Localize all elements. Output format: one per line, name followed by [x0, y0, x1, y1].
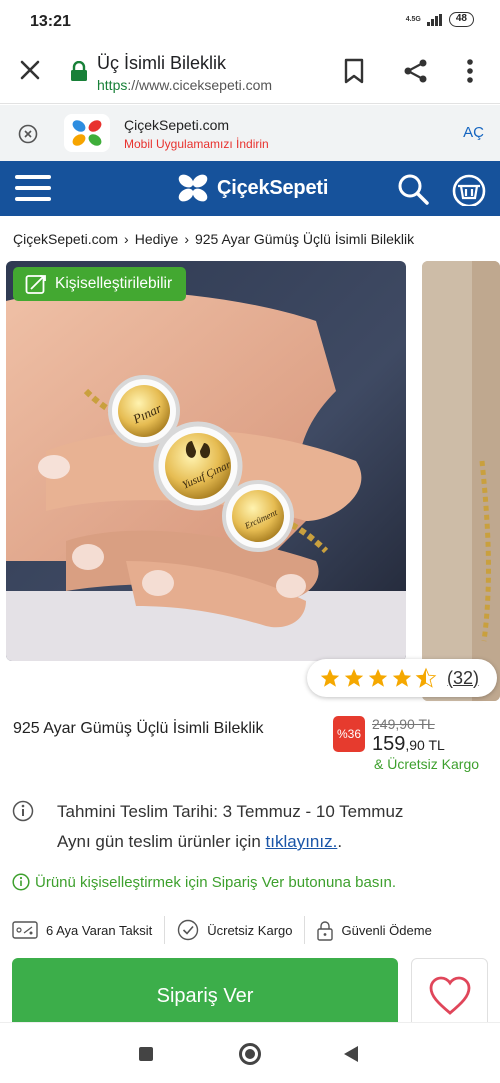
open-app-button[interactable]: AÇ	[463, 124, 484, 141]
free-shipping-label: & Ücretsiz Kargo	[374, 756, 480, 772]
same-day-delivery: Aynı gün teslim ürünler için tıklayınız.…	[57, 832, 342, 852]
price-decimal: ,90 TL	[405, 737, 445, 753]
status-bar: 13:21 4.5G 48	[0, 0, 500, 44]
personalizable-label: Kişiselleştirilebilir	[55, 275, 173, 292]
price-main: 159	[372, 733, 406, 755]
browser-toolbar: Üç İsimli Bileklik https://www.ciceksepe…	[0, 44, 500, 104]
url-scheme: https	[97, 77, 128, 93]
breadcrumb-item-product: 925 Ayar Gümüş Üçlü İsimli Bileklik	[194, 231, 415, 247]
app-logo	[64, 114, 110, 152]
basket-icon[interactable]	[451, 172, 487, 206]
bookmark-icon[interactable]	[343, 58, 365, 84]
status-indicators: 4.5G 48	[406, 12, 474, 27]
breadcrumb-separator-icon: ›	[184, 231, 189, 247]
star-icon	[344, 668, 364, 687]
padlock-icon	[317, 921, 334, 941]
battery-icon: 48	[448, 12, 474, 27]
current-price: 159,90 TL	[372, 733, 445, 756]
product-main-image[interactable]: Pınar Yusuf Çınar Ercüment	[6, 261, 406, 661]
address-url[interactable]: https://www.ciceksepeti.com	[97, 77, 272, 93]
star-icon	[392, 668, 412, 687]
feature-secure-payment-label: Güvenli Ödeme	[341, 922, 432, 938]
personalization-note-text: Ürünü kişiselleştirmek için Sipariş Ver …	[35, 873, 397, 891]
discount-badge: %36	[333, 716, 365, 752]
star-icon	[368, 668, 388, 687]
bracelet-charm-right: Ercüment	[222, 480, 294, 552]
half-star-icon	[415, 667, 437, 688]
product-next-image[interactable]	[422, 261, 500, 701]
product-name: 925 Ayar Gümüş Üçlü İsimli Bileklik	[13, 720, 264, 737]
info-green-icon	[12, 873, 30, 891]
product-photo-thumb	[422, 261, 500, 701]
close-banner-icon[interactable]	[18, 124, 38, 144]
edit-icon	[25, 275, 46, 294]
page-title: Üç İsimli Bileklik	[97, 53, 227, 73]
rating-count[interactable]: (32)	[447, 668, 479, 689]
app-banner-subtitle: Mobil Uygulamamızı İndirin	[124, 137, 269, 151]
home-icon[interactable]	[239, 1043, 261, 1065]
credit-card-icon	[12, 921, 38, 939]
breadcrumb: ÇiçekSepeti.com › Hediye › 925 Ayar Gümü…	[13, 231, 414, 247]
lock-icon	[71, 61, 87, 81]
check-circle-icon	[178, 919, 199, 941]
search-icon[interactable]	[396, 172, 430, 206]
same-day-text: Aynı gün teslim ürünler için	[57, 832, 266, 851]
personalizable-badge: Kişiselleştirilebilir	[13, 267, 187, 301]
hamburger-menu-icon[interactable]	[15, 175, 51, 203]
star-icon	[320, 668, 340, 687]
more-options-icon[interactable]	[460, 58, 480, 84]
signal-icon	[426, 13, 443, 26]
back-icon[interactable]	[344, 1046, 358, 1062]
system-nav-bar	[0, 1022, 500, 1083]
breadcrumb-item-home[interactable]: ÇiçekSepeti.com	[13, 231, 118, 247]
feature-strip: 6 Aya Varan Taksit Ücretsiz Kargo Güvenl…	[0, 910, 500, 950]
site-logo[interactable]: ÇiçekSepeti	[174, 172, 328, 204]
status-time: 13:21	[30, 13, 71, 30]
old-price: 249,90 TL	[372, 716, 435, 732]
info-icon	[12, 800, 34, 822]
recent-apps-icon[interactable]	[139, 1047, 153, 1061]
personalization-note: Ürünü kişiselleştirmek için Sipariş Ver …	[12, 873, 396, 891]
breadcrumb-item-category[interactable]: Hediye	[135, 231, 179, 247]
bracelet-charm-center: Yusuf Çınar	[153, 421, 243, 511]
heart-icon	[429, 976, 470, 1015]
site-header: ÇiçekSepeti	[0, 161, 500, 216]
breadcrumb-separator-icon: ›	[124, 231, 129, 247]
url-host: ://www.ciceksepeti.com	[127, 77, 273, 93]
share-icon[interactable]	[403, 58, 429, 84]
feature-installment-label: 6 Aya Varan Taksit	[46, 922, 153, 938]
product-photo: Pınar Yusuf Çınar Ercüment	[6, 261, 406, 661]
feature-secure-payment: Güvenli Ödeme	[305, 919, 432, 941]
flower-logo-icon	[178, 174, 208, 202]
feature-free-shipping: Ücretsiz Kargo	[165, 919, 292, 941]
network-indicator: 4.5G	[405, 15, 421, 23]
feature-installment: 6 Aya Varan Taksit	[0, 921, 152, 939]
logo-text: ÇiçekSepeti	[217, 176, 329, 199]
feature-free-shipping-label: Ücretsiz Kargo	[207, 922, 293, 938]
same-day-suffix: .	[337, 832, 343, 851]
app-banner-title: ÇiçekSepeti.com	[124, 117, 230, 133]
app-download-banner: ÇiçekSepeti.com Mobil Uygulamamızı İndir…	[0, 105, 500, 161]
close-icon[interactable]	[18, 58, 42, 82]
same-day-link[interactable]: tıklayınız.	[266, 832, 338, 851]
delivery-estimate: Tahmini Teslim Tarihi: 3 Temmuz - 10 Tem…	[57, 802, 404, 821]
rating-summary[interactable]: (32)	[307, 659, 497, 697]
rating-stars	[319, 667, 437, 689]
